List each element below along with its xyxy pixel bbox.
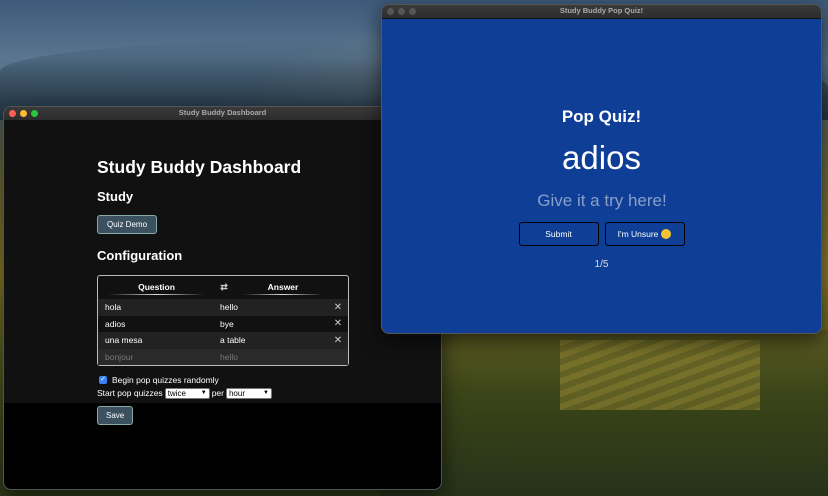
question-cell[interactable]: hola [98, 302, 214, 312]
window-title: Study Buddy Dashboard [178, 108, 267, 117]
quiz-options: ✓ Begin pop quizzes randomly Start pop q… [97, 374, 357, 399]
delete-row-icon[interactable]: ✕ [330, 318, 346, 329]
quiz-window: Study Buddy Pop Quiz! Pop Quiz! adios Gi… [381, 4, 822, 334]
quiz-titlebar[interactable]: Study Buddy Pop Quiz! [382, 5, 821, 19]
flashcard-table: Question ⇄ Answer hola hello ✕ adios bye… [97, 275, 349, 366]
dashboard-titlebar[interactable]: Study Buddy Dashboard [4, 107, 441, 121]
new-answer-field[interactable]: hello [214, 352, 330, 362]
table-rows: hola hello ✕ adios bye ✕ una mesa a tabl… [98, 299, 348, 365]
new-question-field[interactable]: bonjour [98, 352, 214, 362]
quiz-body: Pop Quiz! adios Give it a try here! Subm… [382, 19, 821, 333]
start-label: Start pop quizzes [97, 388, 163, 398]
unsure-label: I'm Unsure [617, 229, 659, 239]
dashboard-body: Study Buddy Dashboard Study Quiz Demo Co… [4, 121, 441, 425]
question-cell[interactable]: adios [98, 319, 214, 329]
submit-button[interactable]: Submit [518, 222, 599, 246]
random-label: Begin pop quizzes randomly [112, 375, 219, 385]
save-button[interactable]: Save [97, 406, 134, 425]
quiz-demo-button[interactable]: Quiz Demo [97, 215, 158, 234]
delete-row-icon[interactable]: ✕ [330, 335, 346, 346]
table-header: Question ⇄ Answer [98, 280, 348, 295]
answer-cell[interactable]: bye [214, 319, 330, 329]
table-row: una mesa a table ✕ [98, 332, 348, 349]
window-title: Study Buddy Pop Quiz! [559, 6, 644, 15]
question-column-header: Question [98, 282, 215, 295]
configuration-heading: Configuration [97, 248, 183, 263]
delete-row-icon[interactable]: ✕ [330, 302, 346, 313]
chevron-down-icon: ▼ [263, 390, 269, 396]
quiz-word: adios [562, 139, 641, 176]
question-cell[interactable]: una mesa [98, 335, 214, 345]
quiz-heading: Pop Quiz! [561, 107, 642, 126]
frequency-value: twice [167, 388, 186, 398]
dashboard-window: Study Buddy Dashboard Study Buddy Dashbo… [3, 106, 442, 490]
wallpaper-vineyard [560, 340, 760, 410]
table-row: adios bye ✕ [98, 316, 348, 333]
answer-input[interactable]: Give it a try here! [482, 191, 722, 211]
quiz-progress: 1/5 [594, 259, 609, 270]
period-value: hour [228, 388, 245, 398]
answer-column-header: Answer [233, 282, 333, 295]
per-label: per [211, 388, 224, 398]
answer-cell[interactable]: a table [214, 335, 330, 345]
unsure-button[interactable]: I'm Unsure [604, 222, 685, 246]
thinking-face-icon [661, 229, 672, 239]
new-row-input: bonjour hello [98, 348, 348, 365]
period-select[interactable]: hour ▼ [225, 387, 272, 399]
answer-cell[interactable]: hello [214, 302, 330, 312]
page-title: Study Buddy Dashboard [97, 157, 302, 177]
chevron-down-icon: ▼ [200, 390, 207, 396]
study-heading: Study [97, 189, 134, 204]
submit-label: Submit [545, 229, 572, 239]
frequency-select[interactable]: twice ▼ [164, 387, 210, 399]
swap-columns-icon[interactable]: ⇄ [215, 282, 233, 293]
random-checkbox[interactable]: ✓ [99, 376, 107, 384]
table-row: hola hello ✕ [98, 299, 348, 316]
